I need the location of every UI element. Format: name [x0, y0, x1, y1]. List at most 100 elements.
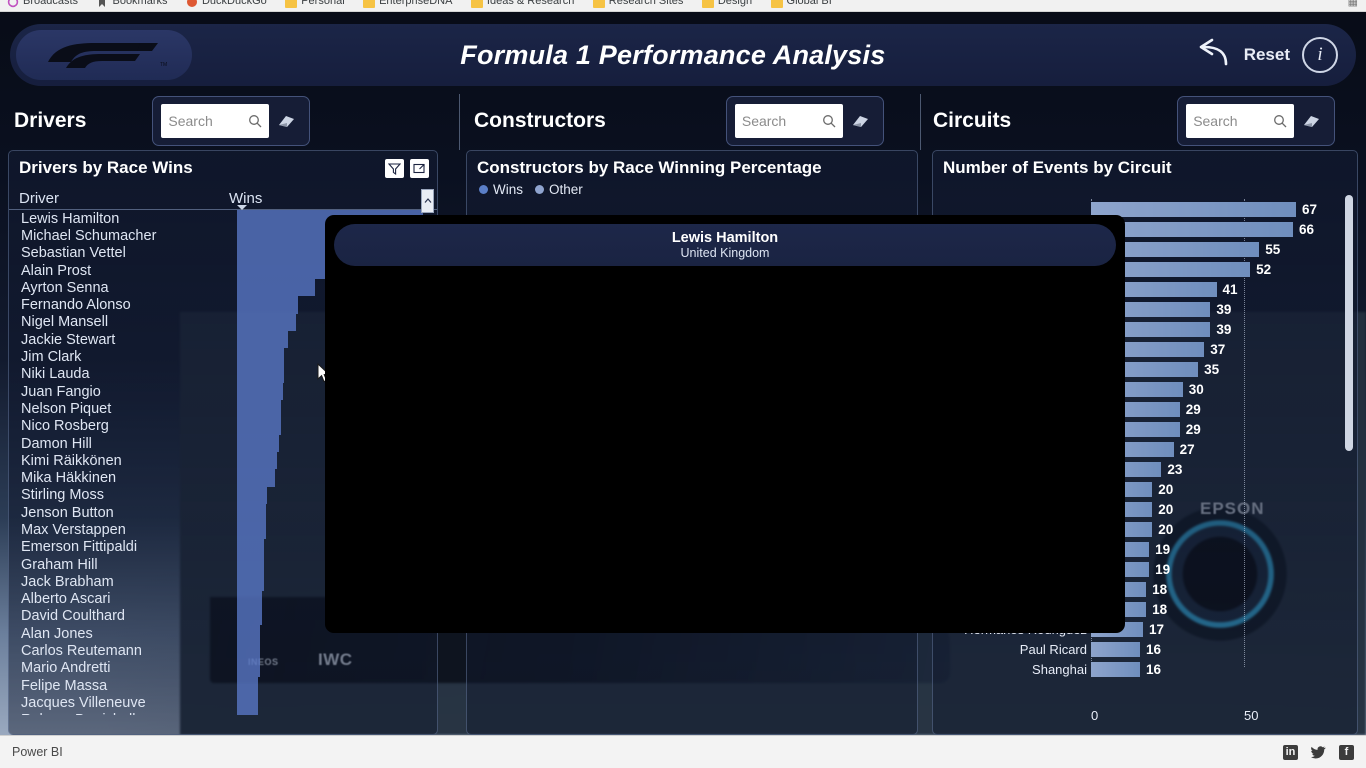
- wins-bar: [237, 573, 264, 591]
- bookmarks-overflow-icon[interactable]: ▦: [1348, 0, 1358, 8]
- folder-icon: [363, 0, 376, 8]
- wins-bar: [237, 607, 262, 626]
- driver-name-cell: Alberto Ascari: [21, 591, 111, 608]
- folder-icon: [470, 0, 483, 8]
- circuit-bar-value: 17: [1149, 621, 1165, 637]
- wins-bar: [237, 625, 260, 643]
- reset-button[interactable]: Reset: [1194, 37, 1290, 74]
- circuit-bar-value: 18: [1152, 601, 1168, 617]
- legend-item-other[interactable]: Other: [535, 182, 583, 197]
- driver-name-cell: Max Verstappen: [21, 521, 126, 538]
- wins-bar: [237, 538, 264, 556]
- bookmark-item[interactable]: Research Sites: [586, 0, 691, 8]
- wins-bar: [237, 677, 258, 695]
- drivers-search-placeholder: Search: [168, 113, 213, 129]
- circuit-bar-value: 30: [1188, 381, 1204, 397]
- page-title: Formula 1 Performance Analysis: [460, 39, 886, 70]
- driver-name-cell: Jenson Button: [21, 504, 114, 521]
- circuits-section-header: Circuits Search: [923, 90, 1366, 152]
- table-row[interactable]: Rubens Barrichello: [9, 711, 437, 715]
- wins-bar: [237, 348, 285, 366]
- drivers-section-title: Drivers: [14, 109, 87, 132]
- table-row[interactable]: Mario Andretti: [9, 659, 437, 678]
- bookmark-item[interactable]: Bookmarks: [89, 0, 174, 7]
- driver-tooltip-overlay: Lewis Hamilton United Kingdom: [325, 215, 1125, 633]
- table-row[interactable]: Felipe Massa: [9, 677, 437, 695]
- wins-bar: [237, 279, 315, 297]
- legend-label: Other: [549, 182, 583, 197]
- circuits-clear-eraser-icon[interactable]: [1294, 104, 1328, 138]
- folder-icon: [285, 0, 298, 8]
- bookmark-item[interactable]: Broadcasts: [0, 0, 85, 8]
- wins-bar: [237, 331, 289, 349]
- drivers-clear-eraser-icon[interactable]: [269, 104, 303, 138]
- circuit-bar-row[interactable]: 16 Paul Ricard: [941, 639, 1351, 659]
- constructors-section-title: Constructors: [474, 109, 606, 132]
- circuit-category-label: Paul Ricard: [1019, 641, 1087, 657]
- power-bi-label: Power BI: [12, 745, 63, 759]
- bookmark-label: Ideas & Research: [486, 0, 575, 7]
- circuit-bar-value: 37: [1210, 341, 1226, 357]
- wins-bar: [237, 555, 264, 574]
- circuit-bar-value: 35: [1204, 361, 1220, 377]
- filter-icon[interactable]: [385, 159, 404, 178]
- bookmark-item[interactable]: Design: [695, 0, 759, 8]
- driver-name-cell: Jim Clark: [21, 349, 82, 366]
- drivers-search-slicer[interactable]: Search: [152, 96, 311, 146]
- circuit-bar-value: 16: [1145, 641, 1161, 657]
- circuit-bar: [1091, 641, 1140, 657]
- driver-name-cell: David Coulthard: [21, 608, 125, 625]
- table-row[interactable]: Jacques Villeneuve: [9, 694, 437, 712]
- drivers-scrollbar-up[interactable]: [421, 189, 434, 213]
- column-header-driver[interactable]: Driver: [19, 190, 229, 207]
- circuit-bar-value: 20: [1158, 521, 1174, 537]
- legend-dot-icon: [535, 185, 544, 194]
- circuit-bar-value: 66: [1298, 221, 1314, 237]
- driver-name-cell: Alan Jones: [21, 625, 93, 642]
- circuits-search-slicer[interactable]: Search: [1177, 96, 1336, 146]
- info-button[interactable]: i: [1302, 37, 1338, 73]
- drivers-table-column-header[interactable]: Driver Wins: [9, 186, 437, 210]
- wins-bar: [237, 382, 283, 401]
- circuit-bar-value: 18: [1152, 581, 1168, 597]
- report-title-bar: TM Formula 1 Performance Analysis Reset …: [10, 24, 1356, 86]
- svg-text:TM: TM: [160, 62, 167, 68]
- constructors-legend: Wins Other: [467, 180, 917, 197]
- facebook-icon[interactable]: f: [1339, 744, 1354, 760]
- bookmark-item[interactable]: Ideas & Research: [464, 0, 581, 8]
- legend-item-wins[interactable]: Wins: [479, 182, 523, 197]
- constructors-search-input[interactable]: Search: [734, 104, 843, 138]
- social-icons: in f: [1283, 744, 1354, 760]
- driver-name-cell: Mika Häkkinen: [21, 470, 117, 487]
- wins-bar: [237, 365, 285, 383]
- circuits-search-placeholder: Search: [1193, 113, 1238, 129]
- browser-bookmarks-bar[interactable]: Broadcasts Bookmarks DuckDuckGo Personal…: [0, 0, 1366, 12]
- bookmark-item[interactable]: Personal: [278, 0, 351, 8]
- folder-icon: [701, 0, 714, 8]
- bookmark-item[interactable]: DuckDuckGo: [179, 0, 274, 7]
- constructors-clear-eraser-icon[interactable]: [843, 104, 877, 138]
- table-row[interactable]: Carlos Reutemann: [9, 642, 437, 660]
- driver-name-cell: Kimi Räikkönen: [21, 452, 122, 469]
- twitter-icon[interactable]: [1311, 745, 1326, 760]
- circuits-search-input[interactable]: Search: [1186, 104, 1295, 138]
- circuits-scrollbar[interactable]: [1345, 195, 1353, 451]
- bookmark-label: Broadcasts: [23, 0, 79, 7]
- circuit-bar-value: 27: [1179, 441, 1195, 457]
- constructors-search-slicer[interactable]: Search: [725, 96, 884, 146]
- linkedin-icon[interactable]: in: [1283, 744, 1298, 760]
- column-header-wins[interactable]: Wins: [229, 190, 379, 207]
- drivers-search-input[interactable]: Search: [161, 104, 270, 138]
- driver-name-cell: Emerson Fittipaldi: [21, 539, 138, 556]
- bookmark-item[interactable]: Global BI: [764, 0, 839, 8]
- circuit-bar-value: 16: [1145, 661, 1161, 677]
- bookmark-label: Personal: [301, 0, 345, 7]
- circuit-bar-row[interactable]: 16 Shanghai: [941, 659, 1351, 679]
- wins-bar: [237, 659, 260, 678]
- x-tick-50: 50: [1244, 708, 1259, 723]
- drivers-panel-header-icons: [385, 159, 429, 178]
- wins-bar: [237, 313, 296, 332]
- bookmark-item[interactable]: EnterpriseDNA: [356, 0, 459, 8]
- folder-icon: [770, 0, 783, 8]
- focus-mode-icon[interactable]: [410, 159, 429, 178]
